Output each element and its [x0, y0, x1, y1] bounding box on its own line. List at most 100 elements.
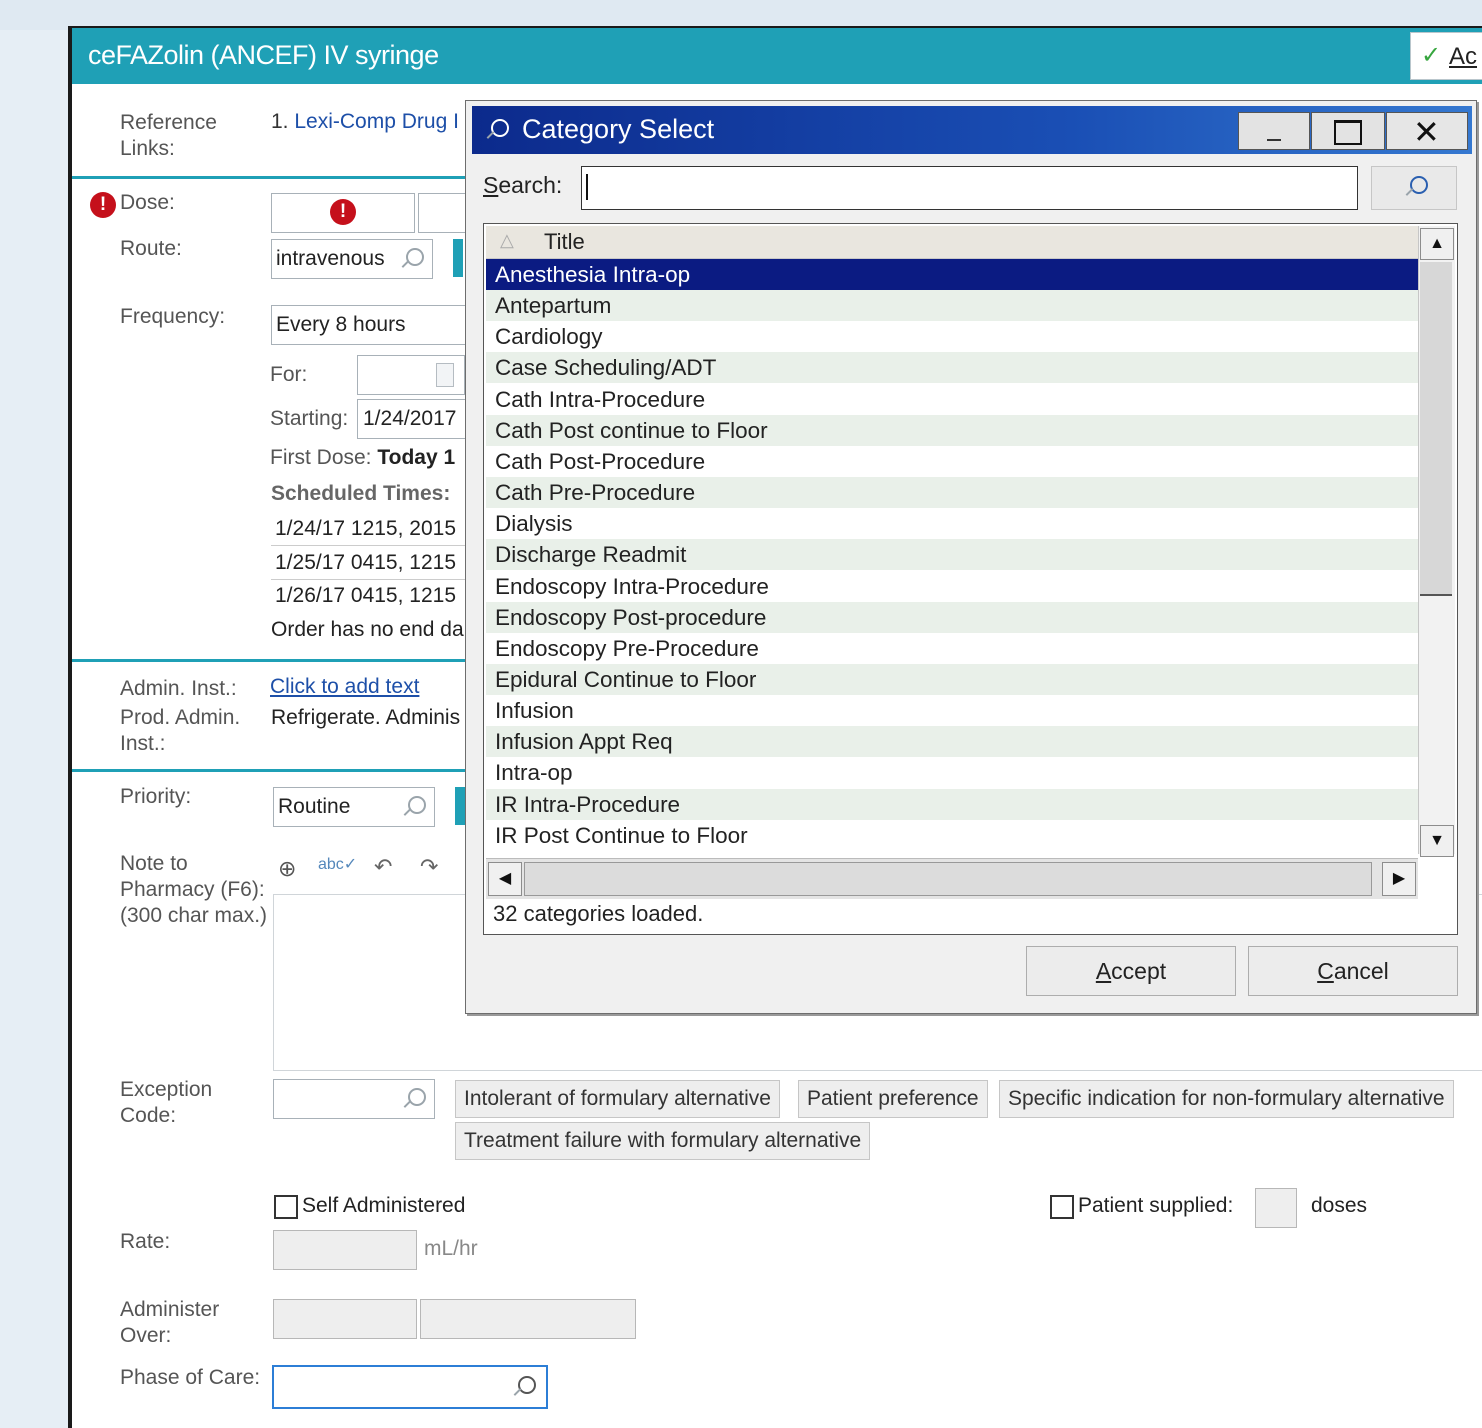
list-item-label: IR Post Continue to Floor	[495, 822, 748, 848]
list-item[interactable]: Cardiology	[486, 321, 1418, 352]
dose-label: Dose:	[120, 191, 175, 214]
list-item[interactable]: Endoscopy Pre-Procedure	[486, 633, 1418, 664]
search-icon	[1410, 176, 1428, 194]
list-item[interactable]: Endoscopy Intra-Procedure	[486, 571, 1418, 602]
list-item[interactable]: Cath Post continue to Floor	[486, 414, 1418, 446]
search-icon	[518, 1376, 536, 1394]
exception-chip-patient-preference[interactable]: Patient preference	[798, 1080, 988, 1118]
horizontal-scroll-thumb[interactable]	[524, 862, 1372, 896]
search-input[interactable]	[581, 166, 1358, 210]
list-item[interactable]: Cath Post-Procedure	[486, 446, 1418, 477]
list-item[interactable]: Endoscopy Post-procedure	[486, 601, 1418, 633]
list-item[interactable]: Intra-op	[486, 757, 1418, 788]
starting-label: Starting:	[270, 407, 349, 430]
priority-input[interactable]: Routine	[273, 787, 435, 827]
list-item-label: Cath Post-Procedure	[495, 448, 706, 474]
for-input[interactable]	[357, 355, 465, 395]
rate-input[interactable]	[273, 1230, 417, 1270]
search-icon	[408, 1088, 426, 1106]
list-item-label: Cath Post continue to Floor	[495, 417, 768, 443]
scheduled-time-row: 1/25/17 0415, 1215	[275, 551, 457, 574]
accept-order-button[interactable]: ✓ Ac	[1410, 32, 1482, 80]
self-administered-label: Self Administered	[302, 1194, 466, 1217]
patient-supplied-checkbox[interactable]	[1050, 1195, 1074, 1219]
search-label: Search:	[483, 172, 563, 198]
search-icon	[406, 248, 424, 266]
dose-error-icon: !	[330, 199, 356, 225]
title-column-header[interactable]: △ Title	[486, 226, 1418, 259]
scroll-left-button[interactable]: ◀	[488, 862, 522, 896]
phase-of-care-input[interactable]	[272, 1365, 548, 1409]
list-item[interactable]: Dialysis	[486, 508, 1418, 539]
checkmark-icon: ✓	[1421, 42, 1442, 69]
rate-unit: mL/hr	[424, 1237, 478, 1260]
accept-button[interactable]: Accept	[1026, 946, 1236, 996]
rate-label: Rate:	[120, 1230, 171, 1253]
administer-over-input[interactable]	[273, 1299, 417, 1339]
row-divider	[271, 579, 467, 580]
note-to-pharmacy-label: Note to Pharmacy (F6): (300 char max.)	[120, 852, 268, 927]
undo-icon[interactable]: ↶	[374, 854, 392, 880]
list-item[interactable]: Antepartum	[486, 290, 1418, 322]
priority-label: Priority:	[120, 785, 192, 808]
add-admin-inst-link[interactable]: Click to add text	[270, 675, 419, 699]
exception-code-input[interactable]	[273, 1079, 435, 1119]
list-item[interactable]: IR Post Continue to Floor	[486, 820, 1418, 848]
route-input[interactable]: intravenous	[271, 239, 433, 279]
list-item-label: Discharge Readmit	[495, 542, 687, 568]
search-button[interactable]	[1371, 166, 1457, 210]
first-dose-value: Today 1	[377, 446, 456, 469]
list-item[interactable]: Case Scheduling/ADT	[486, 352, 1418, 384]
list-item-label: Cath Pre-Procedure	[495, 480, 696, 506]
list-item-label: Case Scheduling/ADT	[495, 355, 717, 381]
frequency-input[interactable]: Every 8 hours	[271, 305, 469, 345]
reference-link[interactable]: 1. Lexi-Comp Drug I	[271, 110, 459, 134]
note-toolbar: ⊕ abc✓ ↶ ↷	[274, 850, 466, 894]
list-item-label: Endoscopy Post-procedure	[495, 604, 767, 630]
list-item[interactable]: Infusion Appt Req	[486, 726, 1418, 758]
list-item[interactable]: Anesthesia Intra-op	[486, 259, 1418, 290]
prod-admin-value: Refrigerate. Adminis	[271, 706, 461, 729]
close-icon: ✕	[1413, 114, 1440, 150]
cancel-button[interactable]: Cancel	[1248, 946, 1458, 996]
list-item[interactable]: Discharge Readmit	[486, 539, 1418, 571]
administer-over-unit-input[interactable]	[420, 1299, 636, 1339]
dose-unit-input[interactable]	[418, 193, 468, 233]
doses-label: doses	[1311, 1194, 1368, 1217]
maximize-button[interactable]	[1311, 112, 1385, 150]
scheduled-time-row: 1/24/17 1215, 2015	[275, 517, 457, 540]
scroll-right-button[interactable]: ▶	[1382, 862, 1416, 896]
spellcheck-icon[interactable]: abc✓	[318, 854, 357, 874]
list-item[interactable]: Cath Intra-Procedure	[486, 384, 1418, 415]
text-cursor	[586, 174, 588, 200]
self-administered-checkbox[interactable]	[274, 1195, 298, 1219]
scroll-down-button[interactable]: ▼	[1420, 825, 1454, 857]
list-item-label: Antepartum	[495, 293, 612, 319]
redo-icon[interactable]: ↷	[420, 854, 438, 880]
scroll-up-button[interactable]: ▲	[1420, 228, 1454, 260]
vertical-scroll-thumb[interactable]	[1420, 262, 1452, 596]
zoom-in-icon[interactable]: ⊕	[278, 856, 296, 882]
phase-of-care-label: Phase of Care:	[120, 1366, 261, 1389]
status-text: 32 categories loaded.	[493, 901, 704, 926]
exception-chip-intolerant[interactable]: Intolerant of formulary alternative	[455, 1080, 780, 1118]
starting-date-input[interactable]: 1/24/2017	[357, 399, 469, 439]
row-divider	[271, 545, 467, 546]
list-item-label: Intra-op	[495, 760, 573, 786]
route-label: Route:	[120, 237, 182, 260]
list-item-label: Epidural Continue to Floor	[495, 666, 757, 692]
exception-chip-specific-indication[interactable]: Specific indication for non-formulary al…	[999, 1080, 1454, 1118]
maximize-icon	[1334, 120, 1362, 145]
required-marker	[453, 239, 463, 277]
close-button[interactable]: ✕	[1386, 112, 1468, 150]
doses-input[interactable]	[1255, 1188, 1297, 1228]
minimize-button[interactable]	[1238, 112, 1310, 150]
list-item[interactable]: Epidural Continue to Floor	[486, 663, 1418, 695]
exception-code-label: Exception Code:	[120, 1078, 213, 1127]
exception-chip-treatment-failure[interactable]: Treatment failure with formulary alterna…	[455, 1122, 871, 1160]
end-date-note: Order has no end da	[271, 618, 464, 641]
section-divider	[72, 769, 467, 772]
list-item[interactable]: Infusion	[486, 695, 1418, 726]
list-item[interactable]: Cath Pre-Procedure	[486, 477, 1418, 509]
list-item[interactable]: IR Intra-Procedure	[486, 788, 1418, 820]
